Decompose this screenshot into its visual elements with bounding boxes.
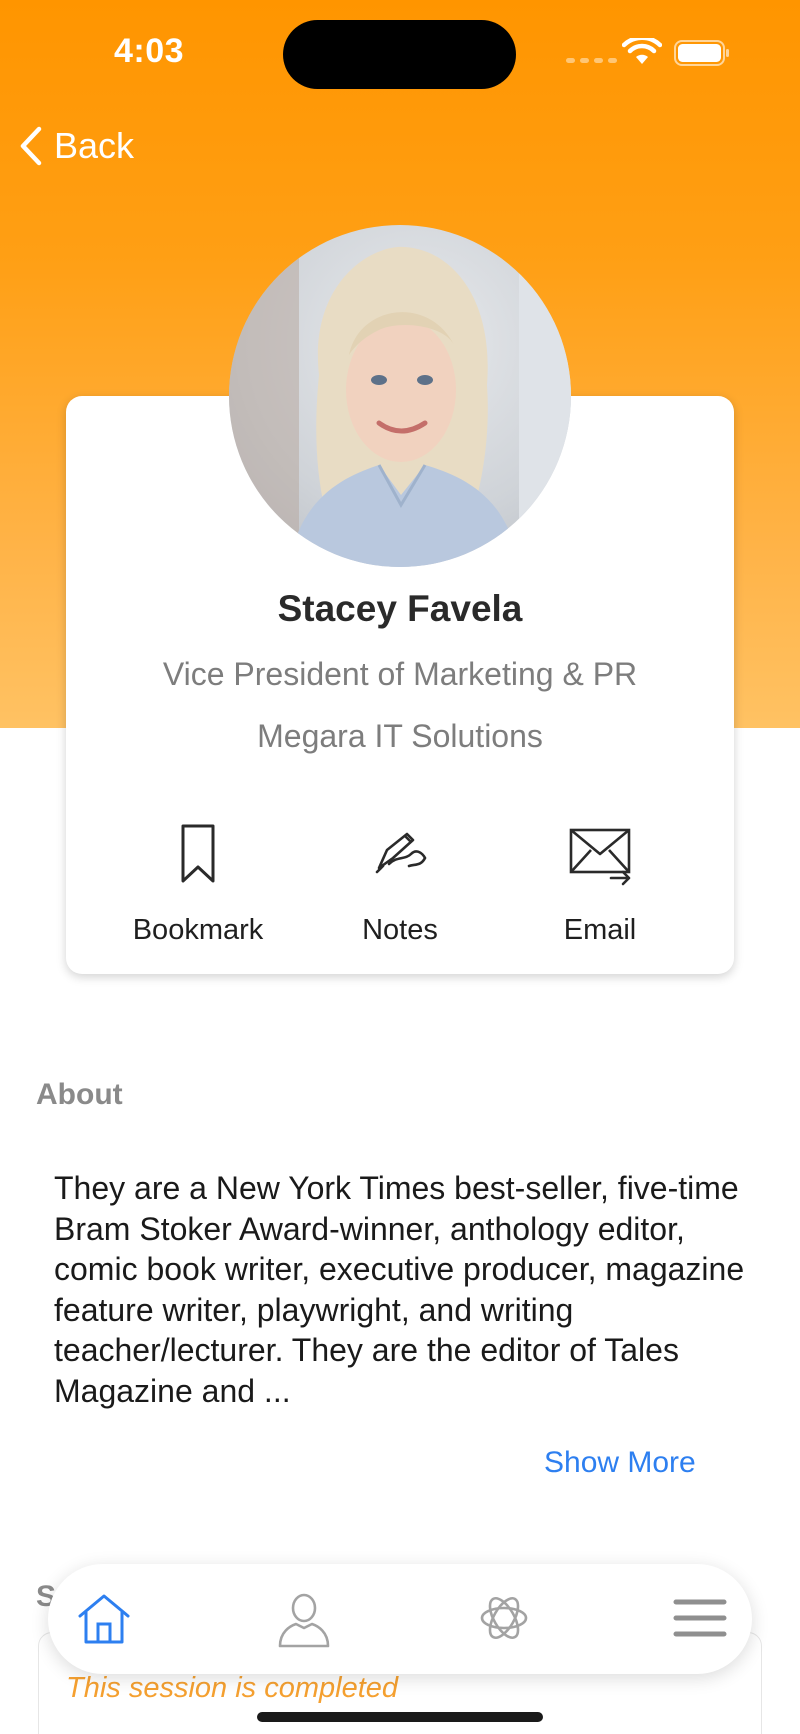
person-icon[interactable] [274,1588,334,1648]
menu-icon[interactable] [670,1588,730,1648]
profile-company: Megara IT Solutions [257,718,543,754]
about-text: They are a New York Times best-seller, f… [54,1170,745,1409]
about-heading: About [36,1078,123,1111]
bookmark-button[interactable]: Bookmark [98,820,298,950]
dynamic-island [283,20,516,89]
home-indicator[interactable] [257,1712,543,1722]
profile-avatar [229,225,571,567]
battery-icon [674,40,729,66]
profile-job-title: Vice President of Marketing & PR [162,656,638,692]
chevron-left-icon [20,126,42,166]
bookmark-label: Bookmark [132,914,264,946]
profile-name: Stacey Favela [277,588,523,629]
wifi-icon [622,38,662,64]
pen-icon [375,832,427,874]
home-icon[interactable] [74,1588,134,1648]
notes-button[interactable]: Notes [300,820,500,950]
bookmark-icon [181,824,215,883]
cellular-signal-icon [566,58,617,63]
notes-label: Notes [362,914,438,946]
profile-actions: Bookmark Notes Email [66,820,734,950]
email-label: Email [563,914,637,946]
status-time: 4:03 [114,32,185,70]
show-more-link[interactable]: Show More [544,1446,696,1480]
envelope-icon [569,828,631,886]
email-button[interactable]: Email [500,820,700,950]
back-button[interactable]: Back [18,120,134,172]
session-status-text: This session is completed [66,1672,399,1704]
ai-icon[interactable] [474,1588,534,1648]
back-label: Back [54,125,135,166]
bottom-tab-bar [48,1564,752,1674]
